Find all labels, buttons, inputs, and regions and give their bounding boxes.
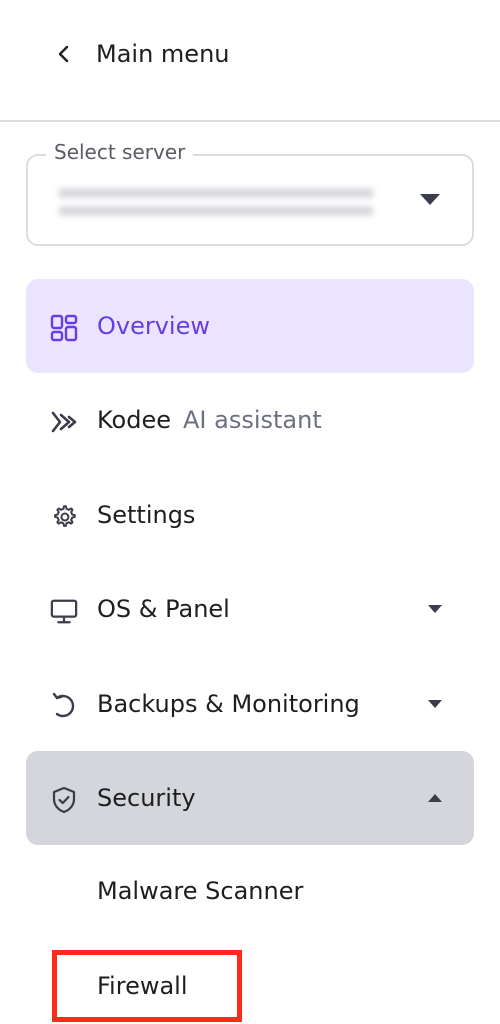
back-to-main-menu[interactable]: Main menu — [0, 0, 500, 108]
server-select-label: Select server — [46, 140, 194, 164]
nav-item-overview-label: Overview — [97, 312, 210, 340]
shield-check-icon — [50, 786, 78, 814]
grid-icon — [50, 314, 78, 342]
chevron-down-icon — [428, 605, 442, 613]
restore-icon — [50, 692, 78, 720]
nav-item-backups-label: Backups & Monitoring — [97, 690, 360, 718]
nav-item-os-panel[interactable]: OS & Panel — [26, 562, 474, 656]
kodee-icon — [50, 408, 78, 436]
main-menu-label: Main menu — [96, 40, 230, 68]
nav-item-kodee-text: Kodee AI assistant — [97, 406, 322, 434]
gear-icon — [50, 503, 78, 531]
monitor-icon — [50, 597, 78, 625]
chevron-left-icon — [58, 45, 69, 63]
nav-item-kodee-sublabel: AI assistant — [183, 406, 322, 434]
chevron-down-icon — [428, 700, 442, 708]
server-select[interactable]: Select server — [26, 140, 474, 246]
nav-item-settings[interactable]: Settings — [26, 468, 474, 562]
nav-item-settings-label: Settings — [97, 501, 196, 529]
nav-item-kodee[interactable]: Kodee AI assistant — [26, 373, 474, 467]
divider — [0, 120, 500, 122]
chevron-up-icon — [428, 794, 442, 802]
caret-down-icon — [420, 194, 440, 205]
nav-item-backups-monitoring[interactable]: Backups & Monitoring — [26, 657, 474, 751]
nav-item-security-label: Security — [97, 784, 196, 812]
nav-item-os-panel-label: OS & Panel — [97, 595, 230, 623]
nav-item-overview[interactable]: Overview — [26, 279, 474, 373]
nav-item-kodee-label: Kodee — [97, 406, 171, 434]
sub-item-malware-scanner[interactable]: Malware Scanner — [97, 877, 303, 905]
nav-item-security[interactable]: Security — [26, 751, 474, 845]
firewall-highlight-box — [52, 950, 242, 1022]
